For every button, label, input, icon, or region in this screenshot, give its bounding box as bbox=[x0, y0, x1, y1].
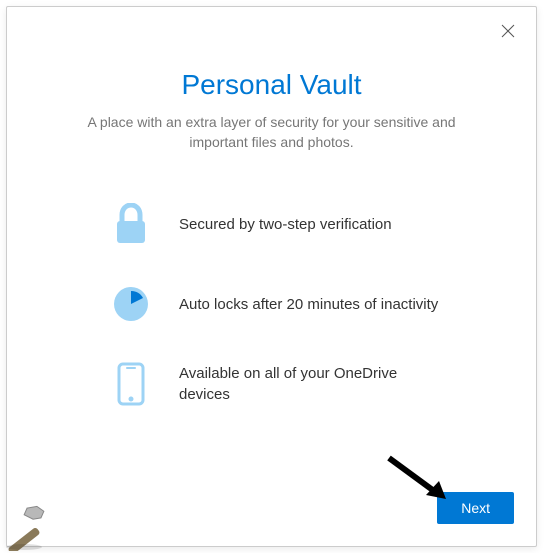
dialog-title: Personal Vault bbox=[57, 69, 486, 101]
clock-icon bbox=[107, 280, 155, 328]
close-icon bbox=[501, 24, 515, 38]
feature-row: Secured by two-step verification bbox=[107, 200, 446, 248]
personal-vault-dialog: Personal Vault A place with an extra lay… bbox=[6, 6, 537, 547]
feature-text: Available on all of your OneDrive device… bbox=[179, 363, 446, 405]
lock-icon bbox=[107, 200, 155, 248]
dialog-subtitle: A place with an extra layer of security … bbox=[57, 113, 486, 152]
feature-row: Available on all of your OneDrive device… bbox=[107, 360, 446, 408]
feature-text: Secured by two-step verification bbox=[179, 214, 392, 235]
dialog-content: Personal Vault A place with an extra lay… bbox=[7, 7, 536, 408]
feature-text: Auto locks after 20 minutes of inactivit… bbox=[179, 294, 438, 315]
close-button[interactable] bbox=[496, 19, 520, 43]
next-button[interactable]: Next bbox=[437, 492, 514, 524]
feature-row: Auto locks after 20 minutes of inactivit… bbox=[107, 280, 446, 328]
feature-list: Secured by two-step verification Auto lo… bbox=[57, 200, 486, 408]
phone-icon bbox=[107, 360, 155, 408]
